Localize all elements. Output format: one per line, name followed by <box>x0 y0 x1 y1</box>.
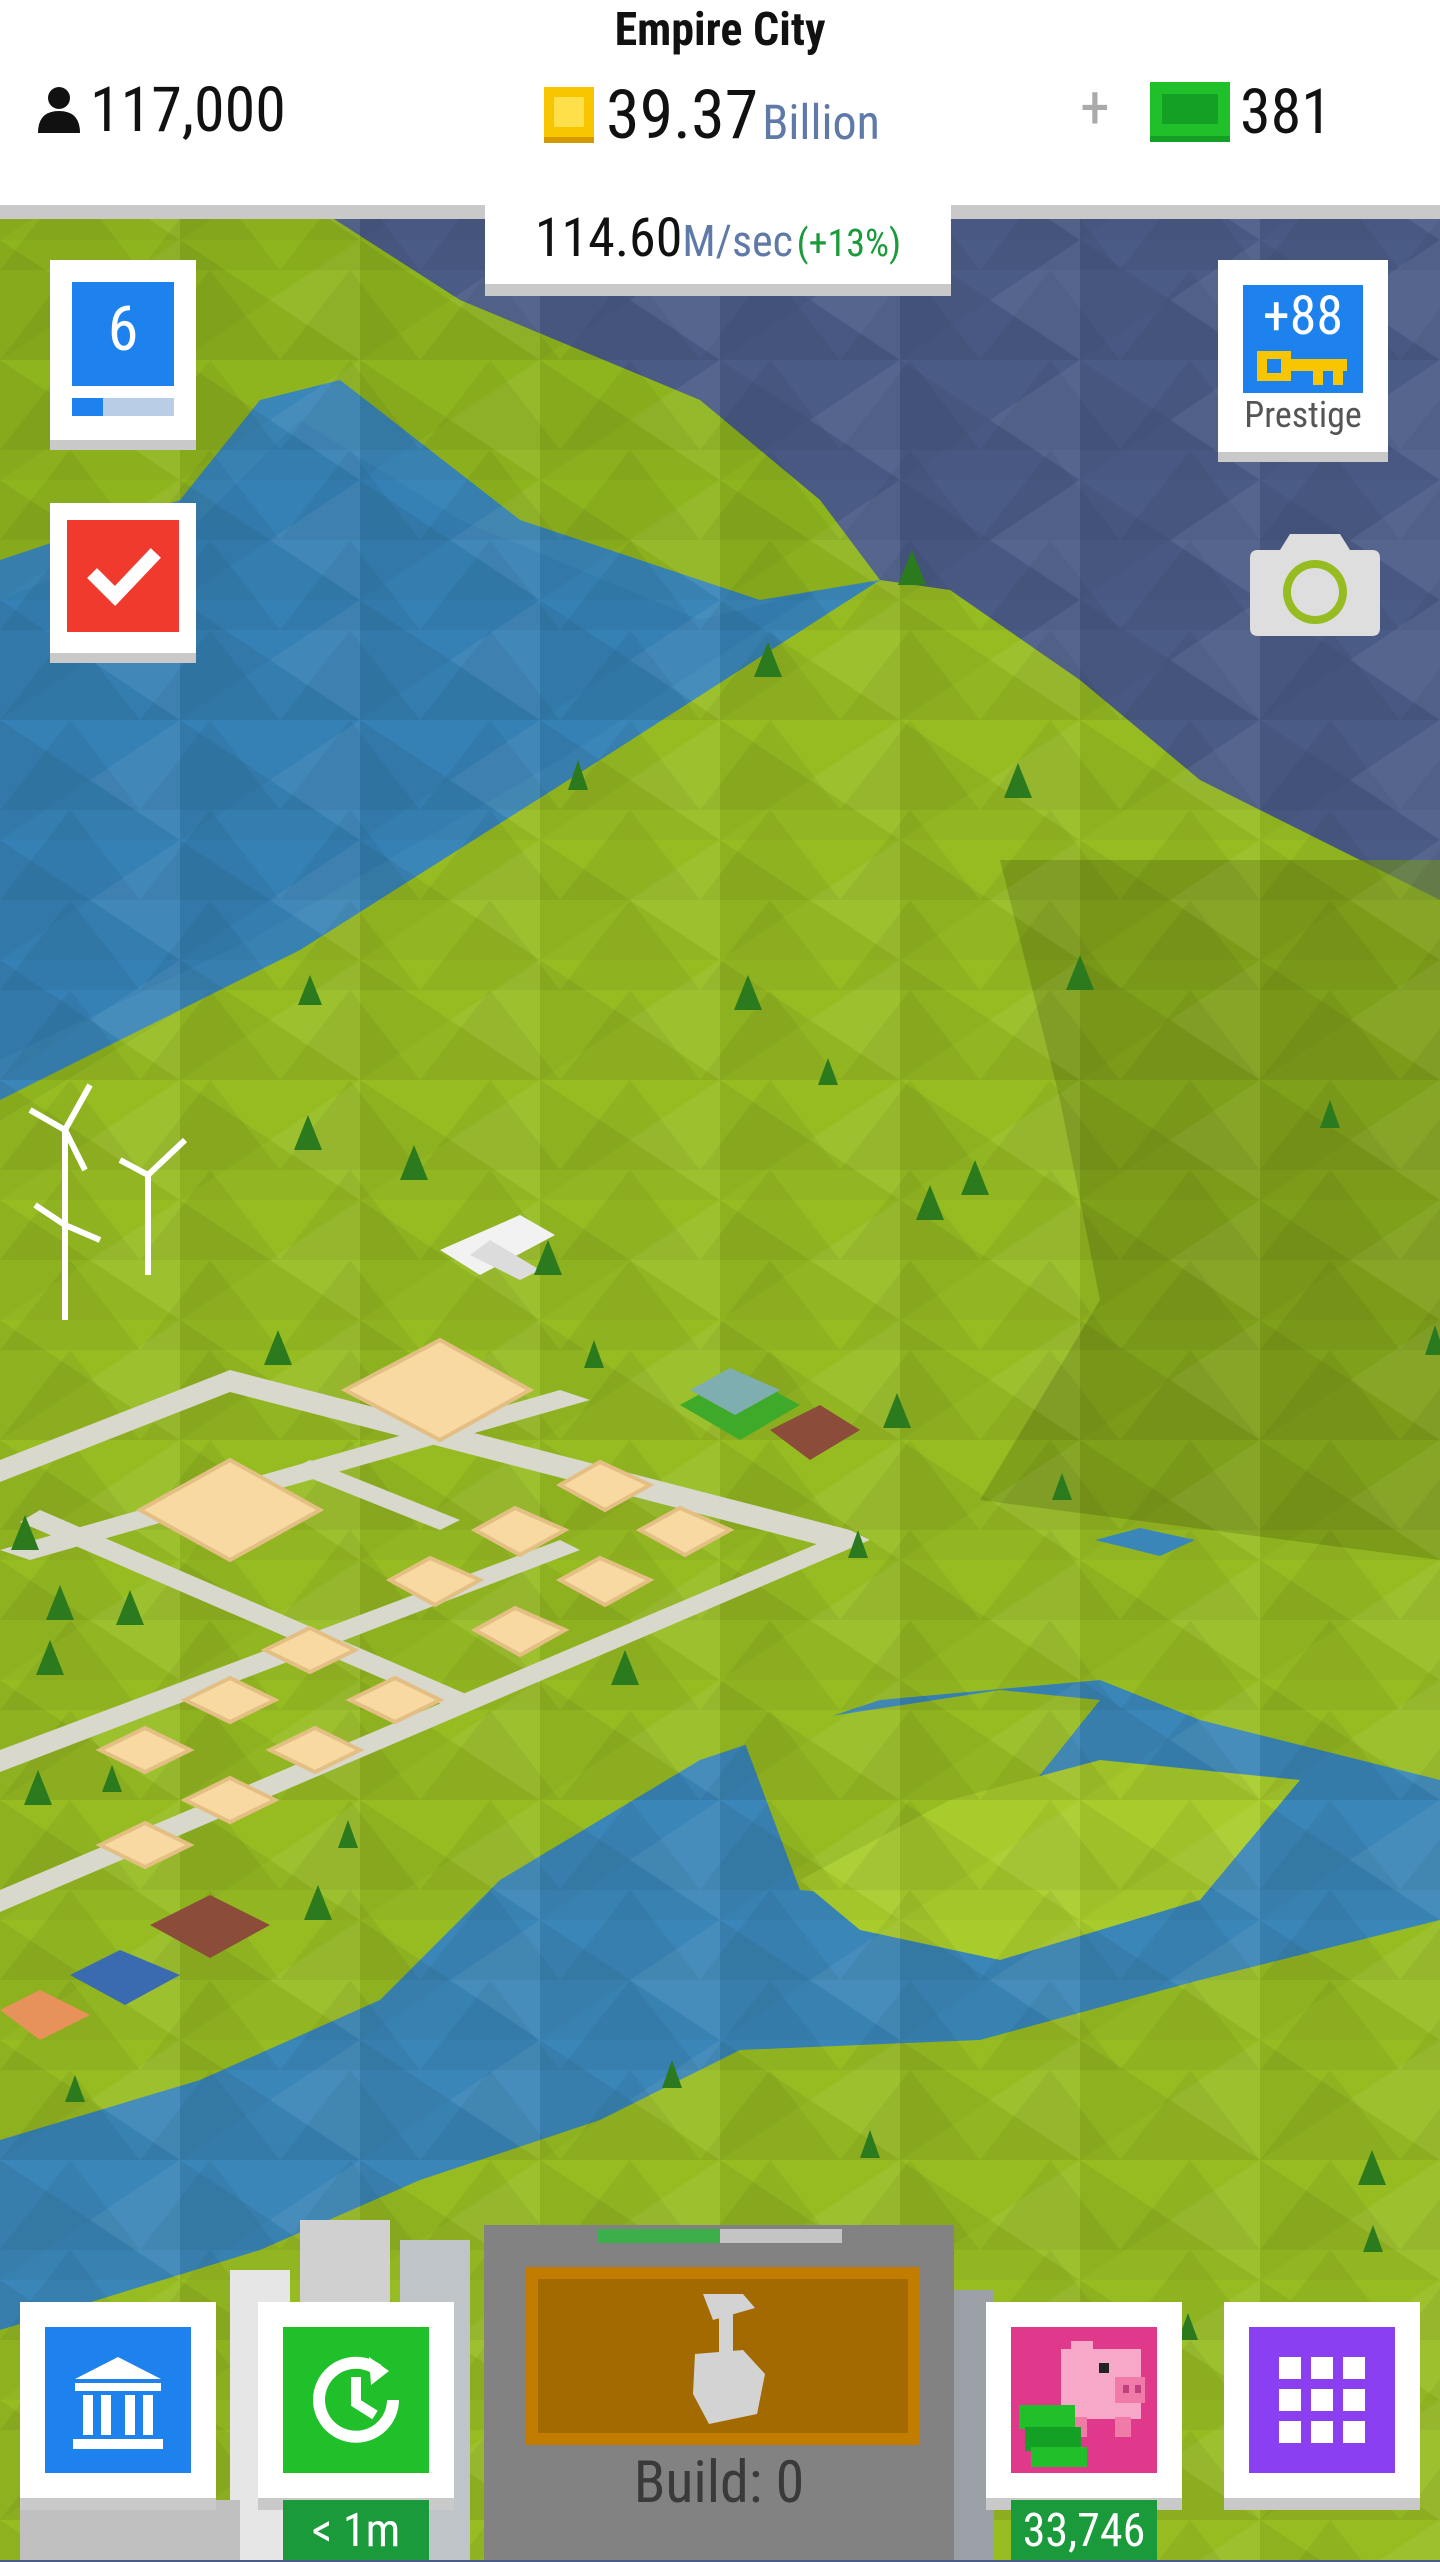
build-progress-fill <box>598 2229 720 2243</box>
cash-value: 381 <box>1240 75 1332 149</box>
piggy-bank-icon-box <box>1011 2327 1157 2473</box>
menu-button[interactable] <box>1224 2302 1420 2498</box>
prestige-button[interactable]: +88 Prestige <box>1218 260 1388 452</box>
grid-icon <box>1279 2357 1365 2443</box>
piggy-bank-button[interactable] <box>986 2302 1182 2498</box>
camera-icon <box>1250 534 1380 636</box>
money-unit: Billion <box>762 93 880 151</box>
boost-icon-box <box>283 2327 429 2473</box>
checkmark-icon <box>87 548 161 607</box>
bank-button[interactable] <box>20 2302 216 2498</box>
camera-button[interactable] <box>1248 528 1382 638</box>
cash-icon <box>1150 82 1230 142</box>
prestige-icon-box: +88 <box>1243 285 1363 393</box>
key-icon <box>1257 351 1347 385</box>
population-display: 117,000 <box>36 70 286 150</box>
piggy-bank-icon <box>1019 2341 1145 2467</box>
level-progress-fill <box>72 398 103 416</box>
income-bonus: (+13%) <box>796 222 902 266</box>
menu-icon-box <box>1249 2327 1395 2473</box>
cash-display[interactable]: 381 <box>1148 72 1332 152</box>
piggy-bank-amount: 33,746 <box>1011 2500 1157 2560</box>
tasks-button[interactable] <box>50 503 196 653</box>
prestige-label: Prestige <box>1244 394 1362 436</box>
boost-button[interactable] <box>258 2302 454 2498</box>
coin-icon <box>544 87 594 143</box>
money-display: 39.37 Billion <box>540 75 880 155</box>
build-count-label: Build: 0 <box>633 2449 805 2517</box>
population-value: 117,000 <box>90 73 286 147</box>
person-icon <box>38 87 80 133</box>
top-bar: Empire City 117,000 39.37 Billion + 381 <box>0 0 1440 205</box>
bank-icon-box <box>45 2327 191 2473</box>
hammer-icon <box>693 2294 765 2424</box>
level-button[interactable]: 6 <box>50 260 196 440</box>
income-rate[interactable]: 114.60M/sec (+13%) <box>485 204 951 284</box>
income-value: 114.60 <box>534 207 683 270</box>
boost-timer: < 1m <box>283 2500 429 2560</box>
build-button[interactable] <box>526 2267 920 2445</box>
level-number: 6 <box>72 282 174 386</box>
build-progress-bar <box>598 2229 842 2243</box>
clock-icon <box>313 2356 399 2443</box>
city-name[interactable]: Empire City <box>0 0 1440 60</box>
level-progress-bar <box>72 398 174 416</box>
bank-icon <box>73 2357 163 2449</box>
build-panel[interactable]: Build: 0 <box>484 2225 954 2560</box>
tasks-icon-box <box>67 520 179 632</box>
buy-cash-plus[interactable]: + <box>1080 72 1110 144</box>
income-unit: M/sec <box>682 215 793 267</box>
prestige-keys: +88 <box>1262 285 1344 348</box>
money-amount: 39.37 <box>606 75 759 155</box>
